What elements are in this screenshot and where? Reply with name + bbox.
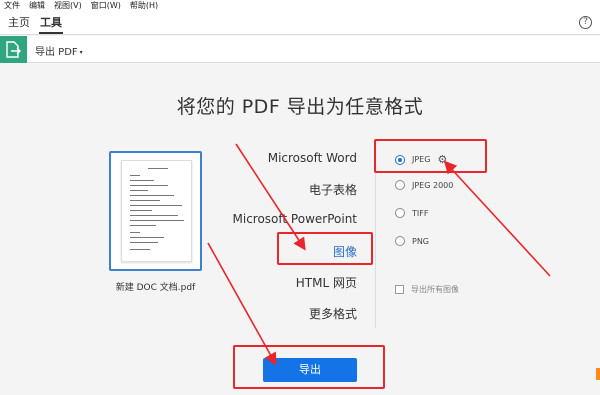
export-all-images-checkbox[interactable]: [395, 285, 404, 294]
option-tiff-label: TIFF: [412, 208, 429, 218]
annotation-box-jpeg: [374, 139, 487, 173]
format-powerpoint[interactable]: Microsoft PowerPoint: [233, 212, 358, 226]
tool-label: 导出 PDF: [35, 47, 78, 58]
option-export-all-images[interactable]: 导出所有图像: [395, 284, 459, 295]
chevron-down-icon: ▾: [79, 49, 83, 56]
export-pdf-icon[interactable]: [0, 36, 27, 63]
edge-indicator: [596, 368, 600, 380]
format-word[interactable]: Microsoft Word: [268, 151, 357, 165]
menubar: 文件 编辑 视图(V) 窗口(W) 帮助(H): [0, 0, 600, 12]
tool-toolbar: 导出 PDF ▾: [0, 36, 600, 63]
menu-edit[interactable]: 编辑: [29, 0, 45, 12]
menu-help[interactable]: 帮助(H): [130, 0, 158, 12]
arrow-to-jpeg: [443, 160, 551, 277]
tab-home[interactable]: 主页: [8, 16, 30, 34]
option-jpeg2000[interactable]: JPEG 2000: [395, 180, 453, 190]
radio-png[interactable]: [395, 236, 405, 246]
radio-tiff[interactable]: [395, 208, 405, 218]
document-page-preview: [121, 160, 192, 262]
annotation-box-image: [277, 232, 373, 265]
tab-tools[interactable]: 工具: [39, 16, 63, 34]
menu-view[interactable]: 视图(V): [54, 0, 82, 12]
divider: [375, 150, 376, 328]
document-filename: 新建 DOC 文档.pdf: [115, 283, 196, 293]
menu-window[interactable]: 窗口(W): [91, 0, 121, 12]
option-png[interactable]: PNG: [395, 236, 429, 246]
format-spreadsheet[interactable]: 电子表格: [309, 181, 357, 198]
top-tabbar: 主页 工具 ?: [0, 12, 600, 35]
document-thumbnail[interactable]: [109, 151, 202, 271]
format-more[interactable]: 更多格式: [309, 305, 357, 322]
page-title: 将您的 PDF 导出为任意格式: [176, 96, 424, 118]
menu-file[interactable]: 文件: [4, 0, 20, 12]
annotation-box-export: [233, 345, 385, 389]
help-icon[interactable]: ?: [579, 16, 592, 29]
radio-jpeg2000[interactable]: [395, 180, 405, 190]
app-window: { "menubar": ["文件", "编辑", "视图(V)", "窗口(W…: [0, 0, 600, 395]
option-jpeg2000-label: JPEG 2000: [412, 180, 454, 190]
format-html[interactable]: HTML 网页: [296, 274, 357, 291]
option-png-label: PNG: [412, 236, 430, 246]
export-all-images-label: 导出所有图像: [411, 285, 459, 294]
option-tiff[interactable]: TIFF: [395, 208, 428, 218]
tool-dropdown[interactable]: 导出 PDF ▾: [35, 43, 83, 58]
